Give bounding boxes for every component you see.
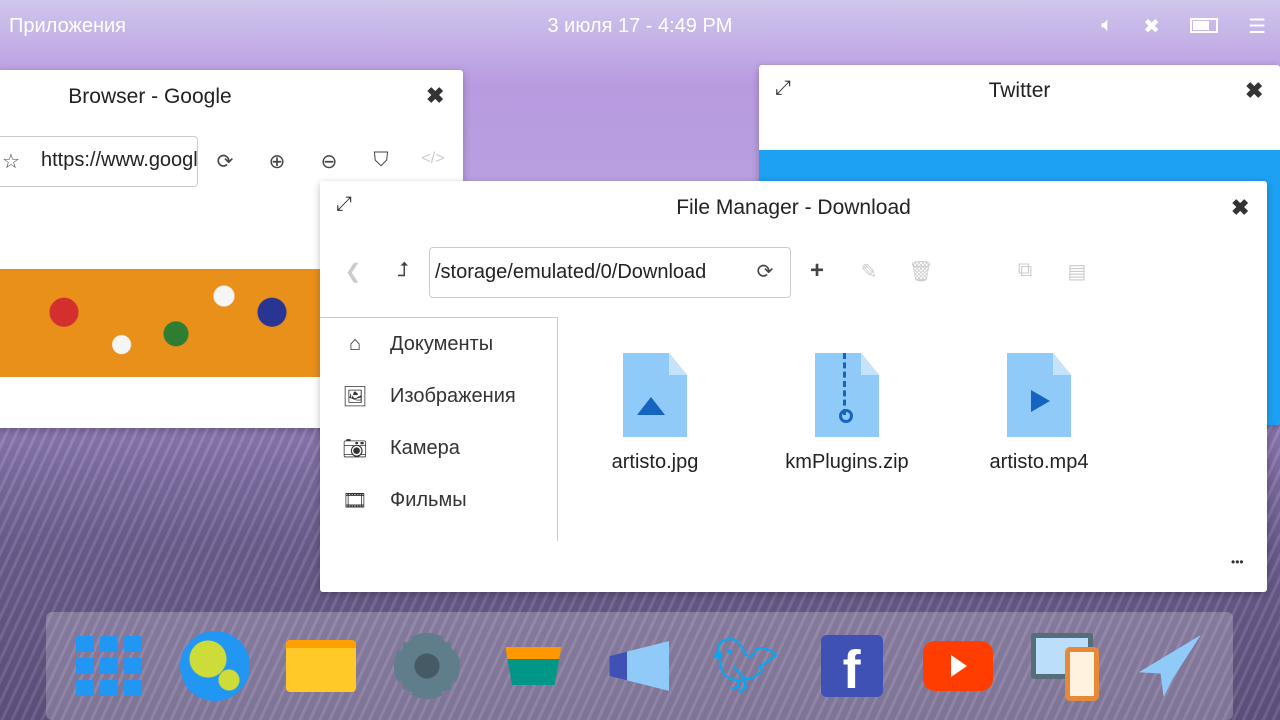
video-file-icon [1007,353,1071,437]
volume-icon[interactable]: 🔈︎ [1101,14,1113,39]
file-item[interactable]: artisto.jpg [575,353,735,474]
battery-icon[interactable] [1190,18,1219,33]
url-text: https://www.google.com [41,149,198,171]
sidebar-item-documents[interactable]: ⌂ Документы [320,318,557,370]
home-icon: ⌂ [348,332,362,355]
sidebar-item-images[interactable]: 🖼︎ Изображения [320,370,557,422]
url-input[interactable]: https://www.google.com [0,136,198,187]
close-all-icon[interactable]: ✖ [1143,14,1160,39]
sidebar-item-films[interactable]: 🎞︎ Фильмы [320,474,557,526]
camera-icon: 📷︎ [342,437,368,460]
dock-facebook-icon[interactable]: f [815,629,889,703]
sidebar-item-label: Фильмы [390,488,467,511]
image-file-icon [623,353,687,437]
dock-browser-globe-icon[interactable] [178,629,252,703]
code-icon[interactable]: </> [418,150,448,168]
path-input[interactable]: /storage/emulated/0/Download [429,247,791,298]
image-icon: 🖼︎ [342,385,368,408]
google-doodle[interactable] [0,269,320,377]
sidebar-item-label: Камера [390,436,460,459]
refresh-icon[interactable]: ⟳ [750,259,780,284]
twitter-title: Twitter [988,79,1051,102]
file-item[interactable]: artisto.mp4 [959,353,1119,474]
top-bar: Приложения 3 июля 17 - 4:49 PM 🔈︎ ✖ ☰ [0,0,1280,52]
path-text: /storage/emulated/0/Download [435,261,707,283]
file-item[interactable]: kmPlugins.zip [767,353,927,474]
dock-telegram-plane-icon[interactable] [1133,629,1207,703]
dock-settings-gear-icon[interactable] [390,629,464,703]
zoom-out-icon[interactable]: ⊖ [314,149,344,174]
zoom-in-icon[interactable]: ⊕ [262,149,292,174]
dock-megaphone-icon[interactable] [602,629,676,703]
close-icon[interactable]: ✖ [1245,78,1263,104]
dock-apps-grid-icon[interactable] [72,629,146,703]
film-icon: 🎞︎ [342,489,368,512]
edit-icon[interactable]: ✎ [854,259,884,284]
copy-icon[interactable]: ⧉ [1010,259,1040,282]
paste-icon[interactable]: ▤ [1062,259,1092,284]
dock-devices-icon[interactable] [1027,629,1101,703]
add-icon[interactable]: + [802,257,832,285]
refresh-icon[interactable]: ⟳ [210,149,240,174]
dock: 🐦︎ f [46,612,1233,720]
sidebar-item-label: Документы [390,332,494,355]
file-manager-window: ⤢ File Manager - Download ✖ ❮ ⮥ /storage… [320,181,1267,592]
file-manager-title: File Manager - Download [676,196,911,219]
delete-icon[interactable]: 🗑︎ [906,259,936,284]
clock: 3 июля 17 - 4:49 PM [547,15,733,37]
up-directory-icon[interactable]: ⮥ [388,259,418,282]
close-icon[interactable]: ✖ [426,83,444,109]
more-menu-button[interactable]: ••• [1231,555,1244,569]
dock-youtube-icon[interactable] [921,629,995,703]
zip-file-icon [815,353,879,437]
sidebar: ⌂ Документы 🖼︎ Изображения 📷︎ Камера 🎞︎ Филь… [320,317,558,541]
bookmark-icon[interactable]: ⛉ [366,149,396,172]
browser-title: Browser - Google [68,85,232,108]
file-name: artisto.jpg [611,451,699,473]
back-icon[interactable]: ❮ [338,259,368,284]
close-icon[interactable]: ✖ [1231,195,1249,221]
settings-sliders-icon[interactable]: ☰ [1248,14,1266,39]
dock-store-cart-icon[interactable] [496,629,570,703]
sidebar-item-label: Изображения [390,384,516,407]
dock-files-folder-icon[interactable] [284,629,358,703]
dock-twitter-icon[interactable]: 🐦︎ [709,629,783,703]
file-name: artisto.mp4 [989,451,1089,473]
sidebar-item-camera[interactable]: 📷︎ Камера [320,422,557,474]
file-name: kmPlugins.zip [785,451,909,473]
